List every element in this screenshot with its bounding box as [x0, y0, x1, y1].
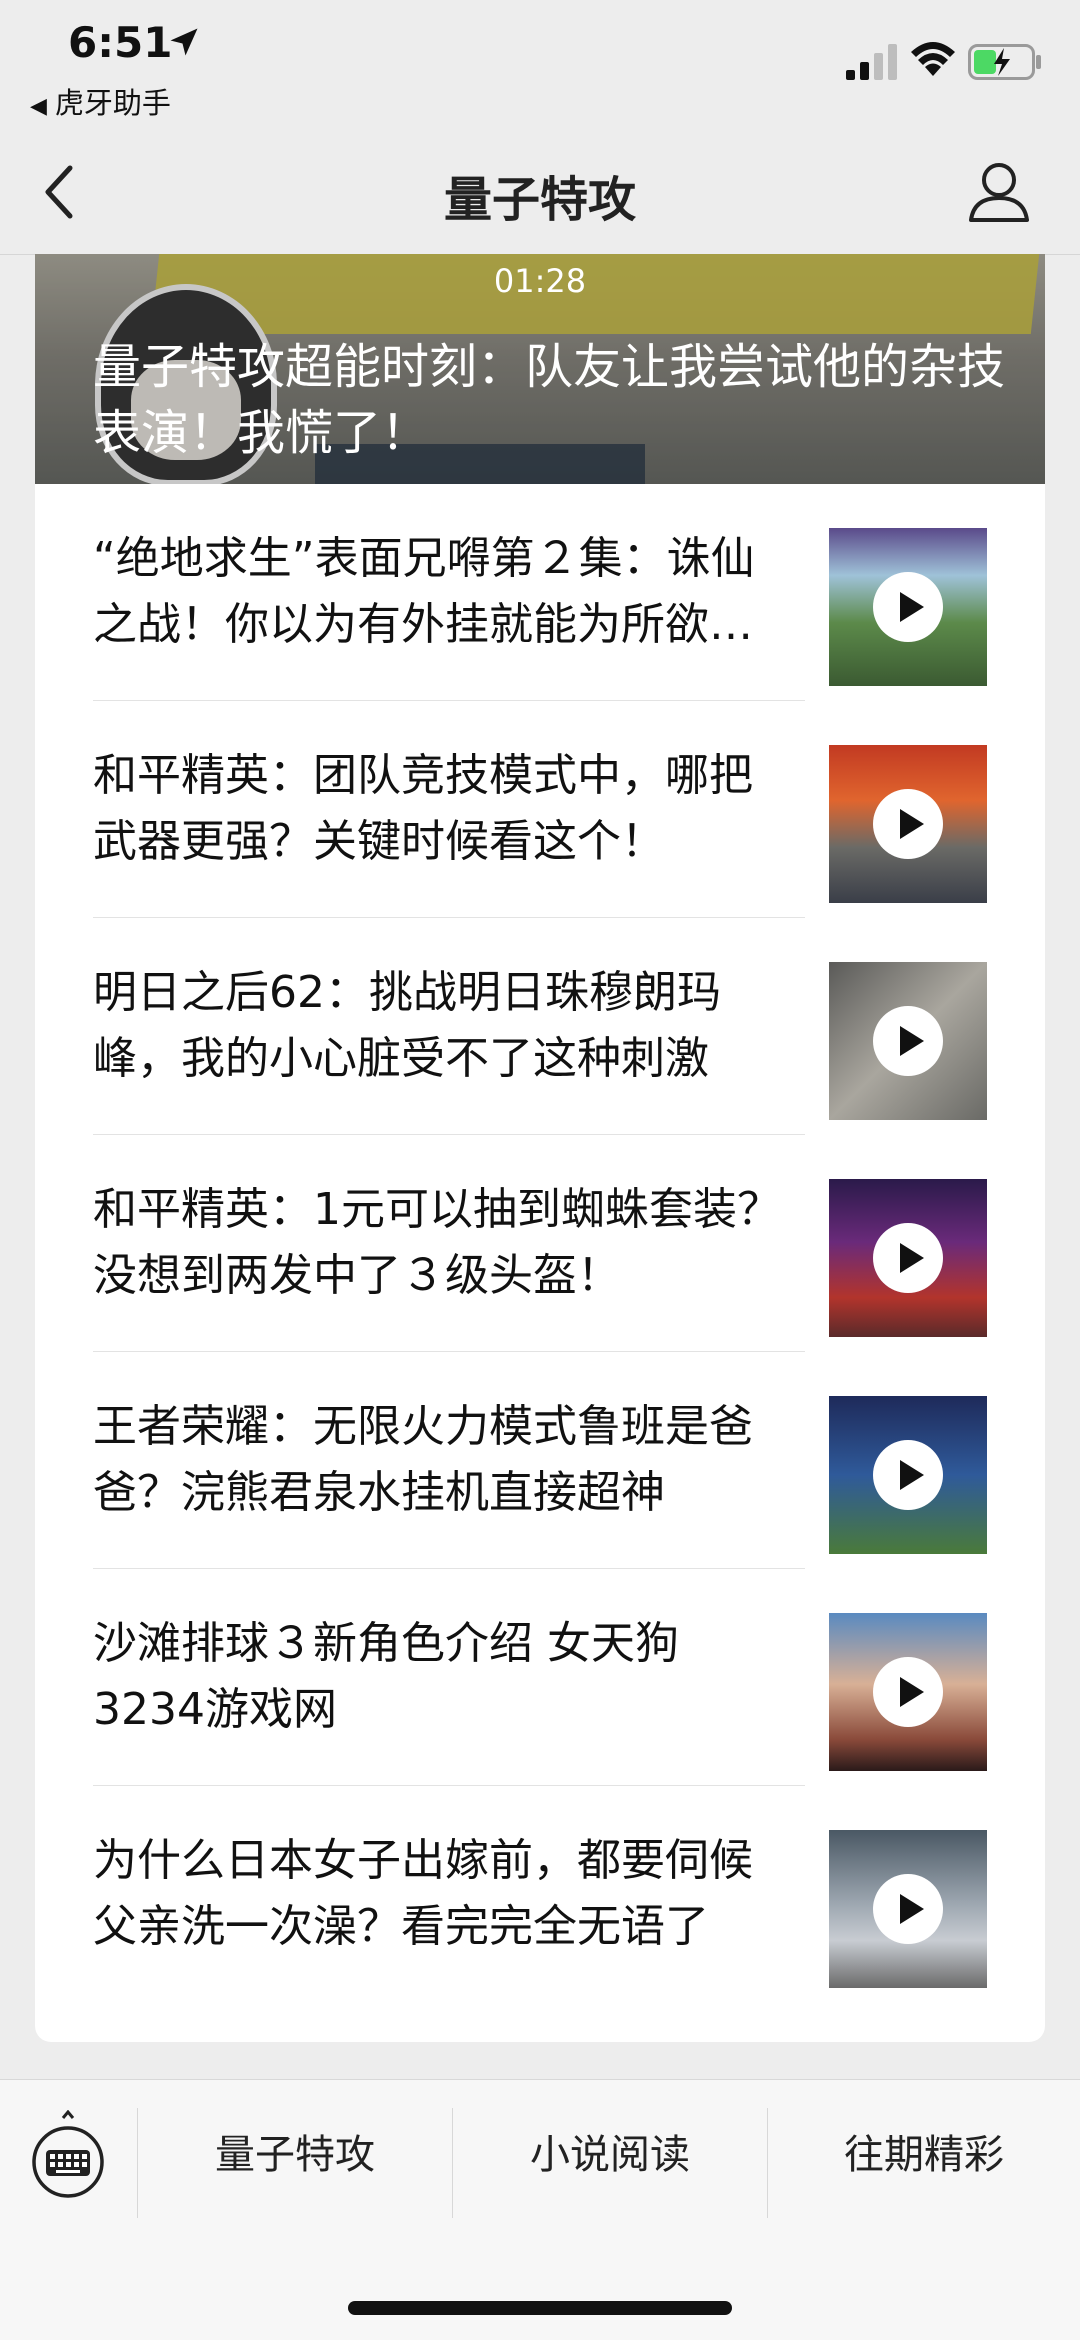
status-time: 6:51 [68, 18, 173, 67]
keyboard-toggle-icon[interactable] [30, 2110, 106, 2200]
play-icon [873, 572, 943, 642]
back-to-app[interactable]: ◀ 虎牙助手 [30, 80, 171, 122]
article-title: 为什么日本女子出嫁前，都要伺候父亲洗一次澡？看完完全无语了 [93, 1835, 753, 1952]
page-title: 量子特攻 [443, 172, 636, 228]
menu-item-quantum-strike[interactable]: 量子特攻 [138, 2080, 452, 2230]
video-thumbnail [829, 1179, 987, 1337]
battery-charging-icon [968, 44, 1041, 80]
list-item[interactable]: 明日之后62：挑战明日珠穆朗玛峰，我的小心脏受不了这种刺激 [35, 918, 1045, 1135]
nav-bar: 量子特攻 [0, 130, 1080, 255]
location-arrow-icon [170, 28, 198, 56]
wifi-icon [911, 42, 955, 76]
play-icon [873, 1440, 943, 1510]
menu-item-novel-reading[interactable]: 小说阅读 [453, 2080, 767, 2230]
list-item[interactable]: “绝地求生”表面兄嘚第２集：诛仙之战！你以为有外挂就能为所欲为吗 [35, 484, 1045, 701]
play-icon [873, 789, 943, 859]
list-item[interactable]: 和平精英：1元可以抽到蜘蛛套装？没想到两发中了３级头盔！ [35, 1135, 1045, 1352]
signal-icon [846, 44, 897, 80]
hero-video[interactable]: 01:28 量子特攻超能时刻：队友让我尝试他的杂技表演！我慌了！ [35, 254, 1045, 484]
home-indicator[interactable] [348, 2301, 732, 2315]
video-thumbnail [829, 1613, 987, 1771]
play-icon [873, 1874, 943, 1944]
list-item[interactable]: 王者荣耀：无限火力模式鲁班是爸爸？浣熊君泉水挂机直接超神 [35, 1352, 1045, 1569]
play-icon [873, 1223, 943, 1293]
article-title: 王者荣耀：无限火力模式鲁班是爸爸？浣熊君泉水挂机直接超神 [93, 1401, 753, 1518]
back-app-label: 虎牙助手 [54, 86, 171, 120]
list-item[interactable]: 和平精英：团队竞技模式中，哪把武器更强？关键时候看这个！ [35, 701, 1045, 918]
article-title: “绝地求生”表面兄嘚第２集：诛仙之战！你以为有外挂就能为所欲为吗 [93, 533, 755, 650]
video-thumbnail [829, 1396, 987, 1554]
article-title: 和平精英：1元可以抽到蜘蛛套装？没想到两发中了３级头盔！ [93, 1184, 781, 1301]
video-thumbnail [829, 962, 987, 1120]
article-card: 01:28 量子特攻超能时刻：队友让我尝试他的杂技表演！我慌了！ “绝地求生”表… [35, 254, 1045, 2042]
hero-duration: 01:28 [493, 262, 587, 300]
article-list: “绝地求生”表面兄嘚第２集：诛仙之战！你以为有外挂就能为所欲为吗 和平精英：团队… [35, 484, 1045, 2003]
menu-item-past-highlights[interactable]: 往期精彩 [768, 2080, 1080, 2230]
profile-icon[interactable] [966, 158, 1032, 224]
video-thumbnail [829, 745, 987, 903]
hero-title: 量子特攻超能时刻：队友让我尝试他的杂技表演！我慌了！ [93, 339, 1006, 461]
video-thumbnail [829, 528, 987, 686]
play-icon [873, 1006, 943, 1076]
list-item[interactable]: 沙滩排球３新角色介绍 女天狗 3234游戏网 [35, 1569, 1045, 1786]
article-title: 和平精英：团队竞技模式中，哪把武器更强？关键时候看这个！ [93, 750, 753, 867]
list-item[interactable]: 为什么日本女子出嫁前，都要伺候父亲洗一次澡？看完完全无语了 [35, 1786, 1045, 2003]
article-title: 沙滩排球３新角色介绍 女天狗 3234游戏网 [93, 1618, 679, 1735]
back-triangle-icon: ◀ [30, 94, 47, 119]
status-bar: 6:51 ◀ 虎牙助手 [0, 0, 1080, 130]
article-title: 明日之后62：挑战明日珠穆朗玛峰，我的小心脏受不了这种刺激 [93, 967, 721, 1084]
video-thumbnail [829, 1830, 987, 1988]
play-icon [873, 1657, 943, 1727]
